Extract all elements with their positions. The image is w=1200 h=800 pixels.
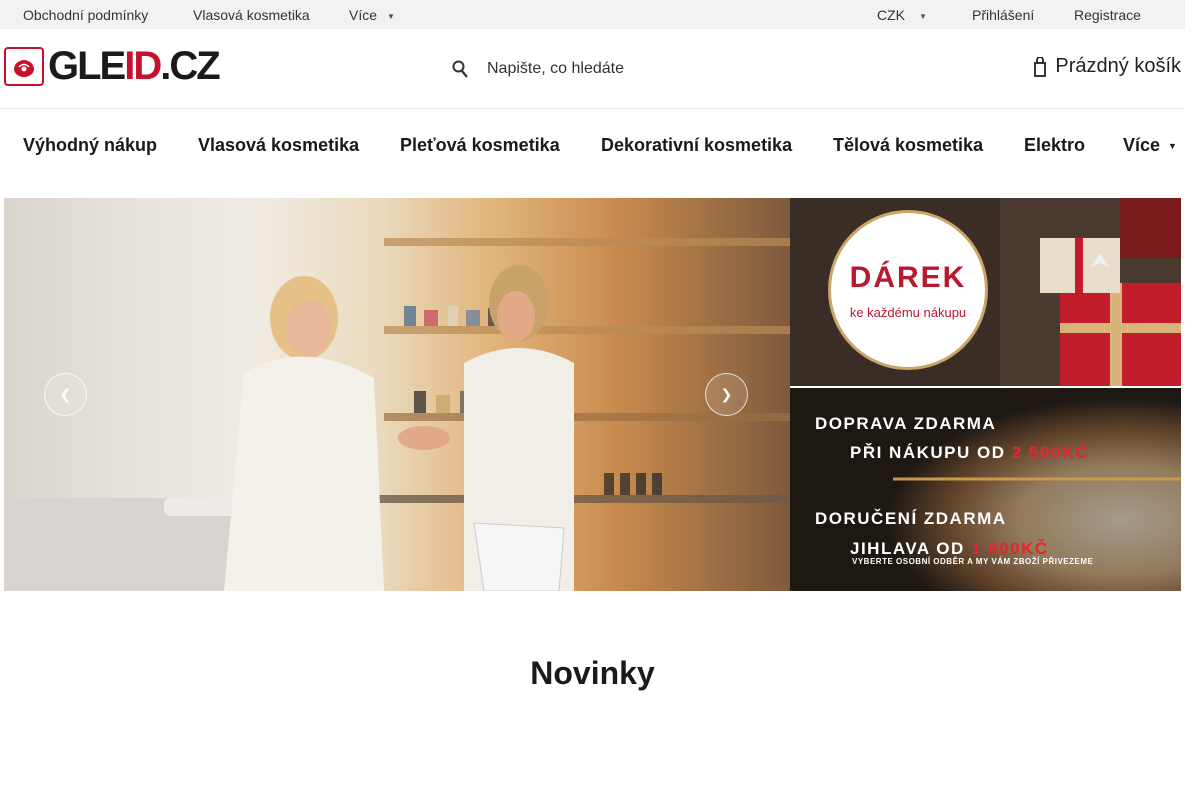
nav-item-skin[interactable]: Pleťová kosmetika <box>400 135 560 156</box>
delivery-line1: DOPRAVA ZDARMA <box>815 414 997 433</box>
nav-item-body[interactable]: Tělová kosmetika <box>833 135 983 156</box>
login-link[interactable]: Přihlášení <box>972 7 1034 23</box>
currency-selector[interactable]: CZK ▼ <box>877 7 927 23</box>
search-input[interactable]: Napište, co hledáte <box>487 60 624 78</box>
cart-label: Prázdný košík <box>1055 55 1181 77</box>
nav-item-hair[interactable]: Vlasová kosmetika <box>198 135 359 156</box>
nav-item-electro[interactable]: Elektro <box>1024 135 1085 156</box>
chevron-down-icon: ▼ <box>919 11 927 21</box>
hero-image <box>4 198 790 591</box>
chevron-down-icon: ▼ <box>1168 141 1177 152</box>
cart-button[interactable]: Prázdný košík <box>1034 55 1181 78</box>
gift-badge: DÁREK ke každému nákupu <box>828 210 988 370</box>
more-label: Více <box>349 7 378 23</box>
slider-prev-button[interactable]: ❮ <box>44 373 87 416</box>
chevron-down-icon: ▼ <box>387 11 395 21</box>
more-menu[interactable]: Více ▼ <box>349 7 395 23</box>
search-icon[interactable] <box>452 60 468 78</box>
cart-icon <box>1034 56 1047 77</box>
rose-icon <box>4 47 44 86</box>
delivery-line2-prefix: PŘI NÁKUPU OD <box>850 443 1006 462</box>
nav-item-more[interactable]: Více ▼ <box>1123 135 1177 156</box>
delivery-line4: JIHLAVA OD 1 800KČ <box>850 539 1049 559</box>
delivery-line4-value: 1 800KČ <box>971 539 1049 558</box>
register-link[interactable]: Registrace <box>1074 7 1141 23</box>
currency-label: CZK <box>877 7 905 23</box>
top-bar: Obchodní podmínky Vlasová kosmetika Více… <box>0 0 1185 29</box>
hero-slider[interactable]: ❮ ❯ <box>4 198 790 591</box>
gift-promo-banner[interactable]: DÁREK ke každému nákupu <box>790 198 1181 386</box>
nav-item-makeup[interactable]: Dekorativní kosmetika <box>601 135 792 156</box>
delivery-line4-prefix: JIHLAVA OD <box>850 539 965 558</box>
search-bar[interactable]: Napište, co hledáte <box>452 54 624 84</box>
gift-title: DÁREK <box>849 260 967 294</box>
slider-next-button[interactable]: ❯ <box>705 373 748 416</box>
delivery-line2: PŘI NÁKUPU OD 2 500KČ <box>850 443 1089 463</box>
terms-link[interactable]: Obchodní podmínky <box>23 7 148 23</box>
hair-cosmetics-link[interactable]: Vlasová kosmetika <box>193 7 310 23</box>
delivery-note: VYBERTE OSOBNÍ ODBĚR A MY VÁM ZBOŽÍ PŘIV… <box>852 557 1094 566</box>
logo-text: GLEID.CZ <box>48 44 221 88</box>
gift-subtitle: ke každému nákupu <box>849 304 967 320</box>
site-logo[interactable]: GLEID.CZ <box>4 44 221 88</box>
delivery-promo-banner[interactable]: DOPRAVA ZDARMA PŘI NÁKUPU OD 2 500KČ DOR… <box>790 388 1181 591</box>
chevron-left-icon: ❮ <box>59 386 72 402</box>
delivery-line3: DORUČENÍ ZDARMA <box>815 509 1007 528</box>
site-header: GLEID.CZ Napište, co hledáte Prázdný koš… <box>0 29 1185 109</box>
chevron-right-icon: ❯ <box>720 386 733 402</box>
delivery-line2-value: 2 500KČ <box>1011 443 1090 462</box>
main-nav: Výhodný nákup Vlasová kosmetika Pleťová … <box>0 110 1185 180</box>
nav-more-label: Více <box>1123 135 1161 155</box>
section-title-news: Novinky <box>530 655 655 691</box>
nav-item-deals[interactable]: Výhodný nákup <box>23 135 157 156</box>
